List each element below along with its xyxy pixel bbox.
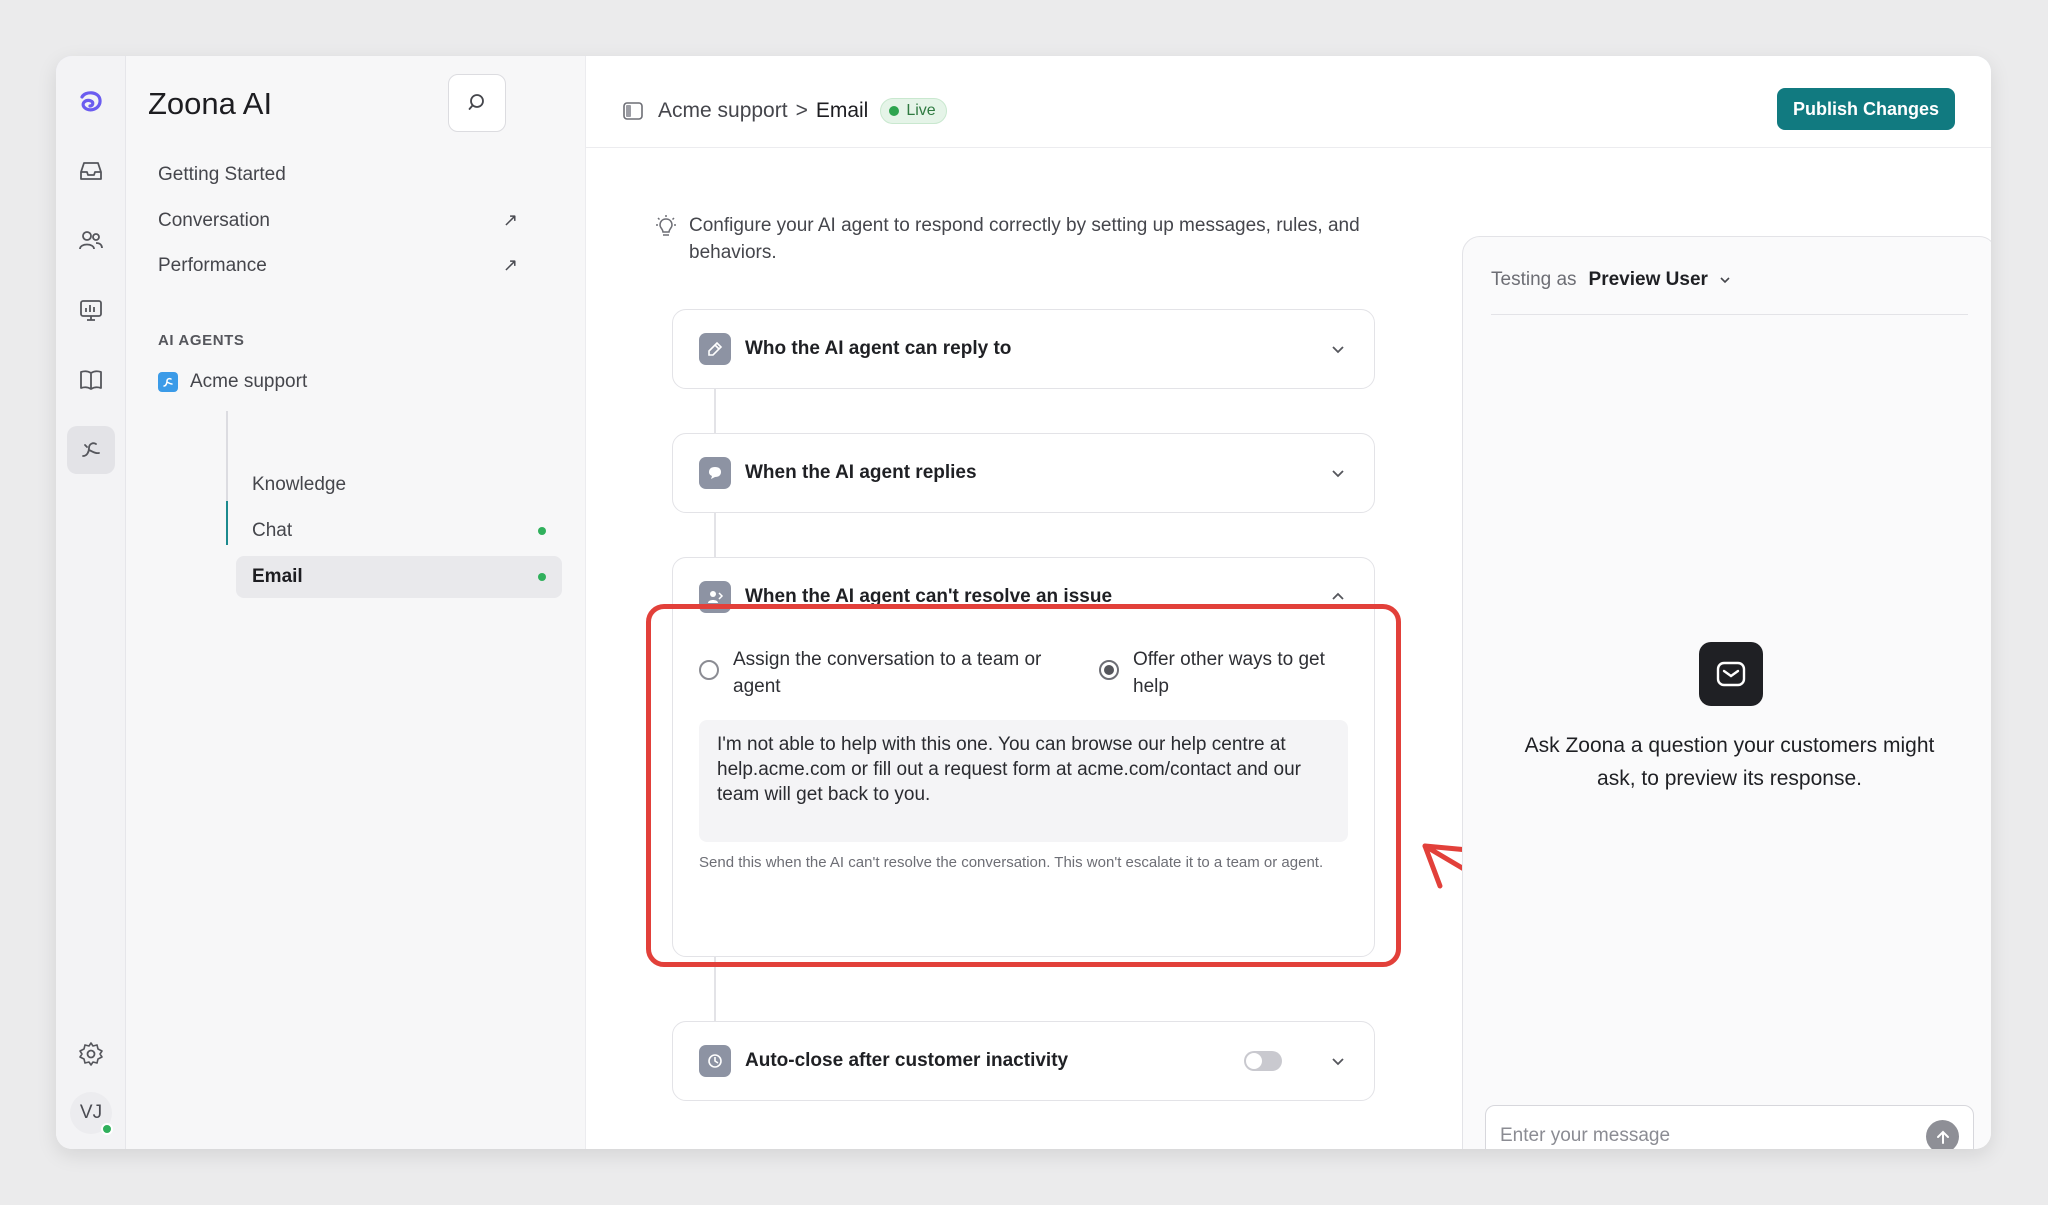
chat-bubble-icon bbox=[699, 457, 731, 489]
publish-changes-button[interactable]: Publish Changes bbox=[1776, 88, 1955, 130]
annotation-highlight-box bbox=[646, 604, 1401, 967]
divider bbox=[1491, 314, 1968, 315]
section-label-ai-agents: AI AGENTS bbox=[158, 332, 245, 349]
gear-icon[interactable] bbox=[67, 1030, 115, 1078]
preview-panel: Testing as Preview User Ask Zoona a ques… bbox=[1462, 236, 1991, 1149]
search-icon bbox=[468, 94, 484, 110]
live-dot bbox=[538, 573, 546, 581]
nav-label: Getting Started bbox=[158, 164, 286, 185]
breadcrumb-root[interactable]: Acme support bbox=[658, 99, 788, 123]
agent-label: Acme support bbox=[190, 371, 308, 392]
top-bar: Acme support > Email Live Publish Change… bbox=[586, 56, 1991, 148]
status-badge: Live bbox=[880, 98, 947, 124]
nav-performance[interactable]: Performance ↗ bbox=[158, 255, 518, 277]
nav-getting-started[interactable]: Getting Started bbox=[158, 164, 518, 186]
card-auto-close[interactable]: Auto-close after customer inactivity bbox=[672, 1021, 1375, 1101]
card-header[interactable]: When the AI agent replies bbox=[699, 457, 1348, 489]
nav-label: Performance bbox=[158, 255, 267, 276]
intro-text: Configure your AI agent to respond corre… bbox=[689, 215, 1360, 263]
chevron-down-icon[interactable] bbox=[1328, 339, 1348, 359]
testing-as-selector[interactable]: Testing as Preview User bbox=[1491, 269, 1732, 291]
avatar-initials: VJ bbox=[79, 1102, 103, 1123]
avatar[interactable]: VJ bbox=[70, 1092, 113, 1135]
agent-icon bbox=[158, 372, 178, 392]
card-title: When the AI agent replies bbox=[745, 462, 977, 483]
timer-icon bbox=[699, 1045, 731, 1077]
chevron-down-icon[interactable] bbox=[1328, 463, 1348, 483]
nav-label: Conversation bbox=[158, 210, 270, 231]
icon-rail: VJ bbox=[56, 56, 126, 1149]
breadcrumb-separator: > bbox=[795, 99, 808, 122]
ai-agent-icon[interactable] bbox=[67, 426, 115, 474]
reports-icon[interactable] bbox=[67, 286, 115, 334]
sidebar-toggle-icon[interactable] bbox=[622, 100, 644, 122]
book-icon[interactable] bbox=[67, 356, 115, 404]
reply-icon bbox=[699, 333, 731, 365]
sidebar-item-chat[interactable]: Chat bbox=[236, 510, 562, 552]
chevron-down-icon bbox=[1720, 277, 1730, 284]
arrow-up-icon bbox=[1936, 1130, 1949, 1144]
testing-label: Testing as bbox=[1491, 269, 1577, 290]
message-input[interactable] bbox=[1500, 1106, 1920, 1149]
sidebar: Zoona AI Getting Started Conversation ↗ … bbox=[126, 56, 586, 1149]
tree-line bbox=[226, 411, 228, 545]
card-title: Auto-close after customer inactivity bbox=[745, 1050, 1069, 1071]
sidebar-item-email[interactable]: Email bbox=[236, 556, 562, 598]
inbox-icon[interactable] bbox=[67, 147, 115, 195]
sidebar-item-label: Knowledge bbox=[252, 474, 347, 495]
online-status-dot bbox=[101, 1123, 113, 1135]
card-title: Who the AI agent can reply to bbox=[745, 338, 1012, 359]
app-window: VJ Zoona AI Getting Started Conversation… bbox=[56, 56, 1991, 1149]
card-header[interactable]: Auto-close after customer inactivity bbox=[699, 1045, 1348, 1077]
intro-text-block: Configure your AI agent to respond corre… bbox=[653, 212, 1383, 266]
search-button[interactable] bbox=[448, 74, 506, 132]
breadcrumb-current: Email bbox=[815, 99, 869, 122]
card-connector bbox=[714, 513, 716, 557]
card-connector bbox=[714, 389, 716, 433]
people-icon[interactable] bbox=[67, 217, 115, 265]
lightbulb-icon bbox=[656, 215, 676, 236]
external-link-icon: ↗ bbox=[502, 210, 518, 230]
nav-conversation[interactable]: Conversation ↗ bbox=[158, 210, 518, 232]
status-label: Live bbox=[906, 102, 936, 119]
external-link-icon: ↗ bbox=[502, 255, 518, 275]
live-dot bbox=[538, 527, 546, 535]
email-icon bbox=[1699, 642, 1763, 706]
preview-empty-text: Ask Zoona a question your customers migh… bbox=[1524, 734, 1935, 790]
sidebar-item-knowledge[interactable]: Knowledge bbox=[236, 464, 562, 506]
message-input-box bbox=[1485, 1105, 1974, 1149]
sidebar-item-label: Email bbox=[252, 566, 303, 587]
auto-close-toggle[interactable] bbox=[1244, 1051, 1282, 1071]
card-when-replies[interactable]: When the AI agent replies bbox=[672, 433, 1375, 513]
breadcrumb: Acme support > Email Live bbox=[622, 98, 947, 124]
card-header[interactable]: Who the AI agent can reply to bbox=[699, 333, 1348, 365]
live-dot bbox=[889, 106, 900, 116]
logo-icon[interactable] bbox=[67, 78, 115, 126]
sidebar-item-label: Chat bbox=[252, 520, 293, 541]
agent-acme-support[interactable]: Acme support bbox=[158, 371, 307, 393]
send-button[interactable] bbox=[1926, 1120, 1959, 1149]
chevron-down-icon[interactable] bbox=[1328, 1051, 1348, 1071]
app-title: Zoona AI bbox=[148, 86, 273, 121]
testing-value: Preview User bbox=[1588, 269, 1708, 290]
card-who-can-reply[interactable]: Who the AI agent can reply to bbox=[672, 309, 1375, 389]
